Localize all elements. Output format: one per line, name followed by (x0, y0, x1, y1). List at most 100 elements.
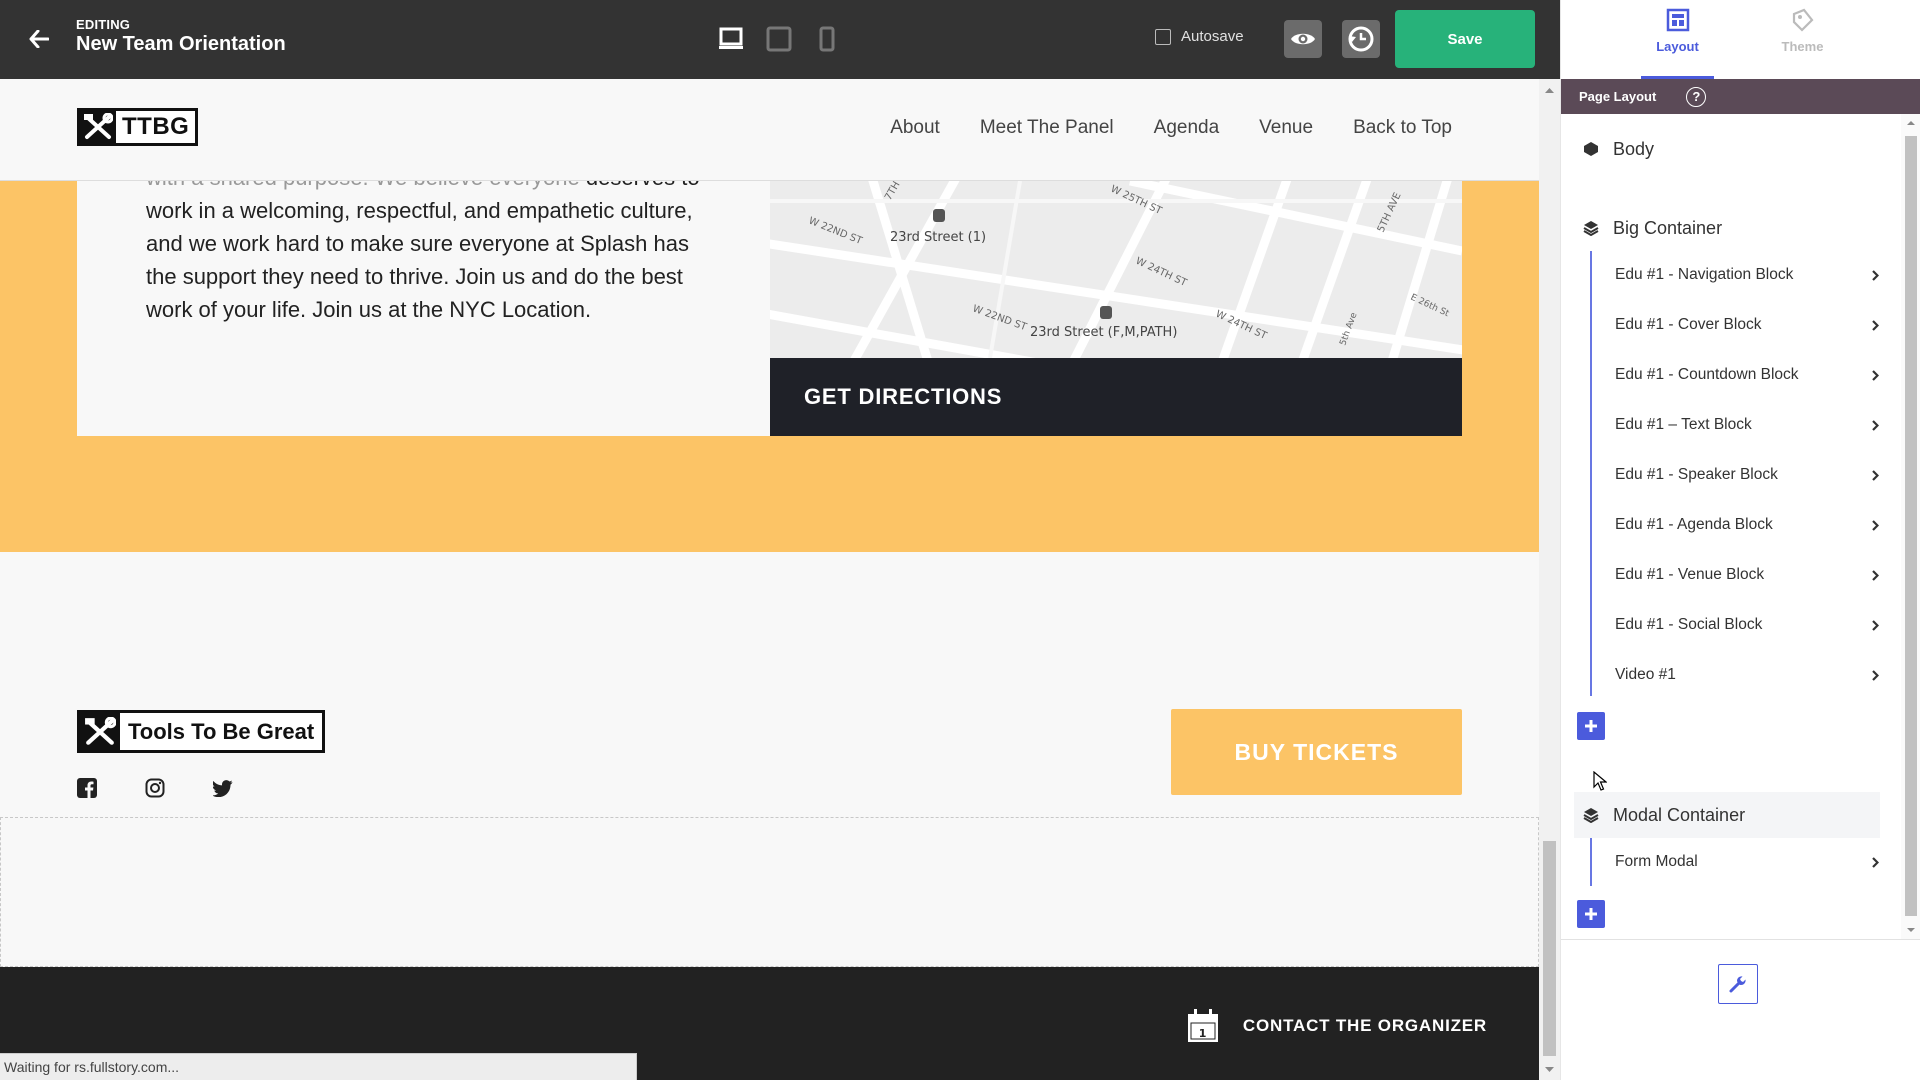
scroll-down-icon (1545, 1067, 1554, 1072)
tab-theme-label: Theme (1781, 39, 1824, 54)
tree-child-countdown-block[interactable]: Edu #1 - Countdown Block (1598, 355, 1880, 395)
panel-scrollbar[interactable] (1901, 114, 1920, 939)
site-nav: About Meet The Panel Agenda Venue Back t… (890, 117, 1452, 139)
page-title: New Team Orientation (76, 33, 286, 55)
get-directions-button[interactable]: GET DIRECTIONS (770, 358, 1462, 436)
footer-logo-text: Tools To Be Great (120, 713, 323, 750)
canvas-scroll-thumb[interactable] (1543, 841, 1556, 1056)
tree-child-agenda-block[interactable]: Edu #1 - Agenda Block (1598, 505, 1880, 545)
tree-child-label: Edu #1 – Text Block (1615, 416, 1752, 433)
chevron-right-icon (1870, 469, 1880, 481)
chevron-right-icon (1870, 319, 1880, 331)
footer-logo[interactable]: Tools To Be Great (77, 710, 326, 753)
tree-node-big-container[interactable]: Big Container (1574, 205, 1880, 251)
editing-label: EDITING (76, 17, 131, 32)
browser-status-bar: Waiting for rs.fullstory.com... (0, 1053, 637, 1080)
venue-description: with a shared purpose. We believe everyo… (146, 161, 706, 326)
tree-child-speaker-block[interactable]: Edu #1 - Speaker Block (1598, 455, 1880, 495)
add-block-button[interactable] (1577, 900, 1605, 928)
history-button[interactable] (1342, 20, 1380, 58)
tree-child-navigation-block[interactable]: Edu #1 - Navigation Block (1598, 255, 1880, 295)
tablet-view-button[interactable] (766, 24, 792, 54)
settings-button[interactable] (1718, 964, 1758, 1004)
tree-child-label: Edu #1 - Social Block (1615, 616, 1763, 633)
empty-drop-zone[interactable] (0, 817, 1539, 967)
nav-about[interactable]: About (890, 117, 940, 139)
page-layout-title: Page Layout (1579, 89, 1657, 104)
cube-icon (1584, 142, 1598, 156)
tools-logo-icon (80, 111, 116, 143)
map-station-label: 23rd Street (F,M,PATH) (1030, 325, 1177, 340)
help-icon[interactable]: ? (1686, 86, 1707, 107)
chevron-right-icon (1870, 269, 1880, 281)
mobile-view-button[interactable] (814, 24, 840, 54)
tree-branch-line (1590, 838, 1592, 886)
canvas-scrollbar[interactable] (1539, 79, 1560, 1080)
chevron-right-icon (1870, 369, 1880, 381)
wrench-icon (1729, 976, 1746, 993)
tree-child-label: Edu #1 - Navigation Block (1615, 266, 1794, 283)
layout-tree: Body Big Container Edu #1 - Navigation B… (1561, 114, 1901, 939)
tree-node-modal-container[interactable]: Modal Container (1574, 792, 1880, 838)
panel-tabs: Layout Theme (1561, 0, 1920, 79)
layout-icon (1666, 8, 1689, 32)
tree-node-body[interactable]: Body (1574, 126, 1880, 172)
plus-icon (1585, 720, 1597, 732)
tree-node-label: Body (1613, 138, 1655, 159)
editor-canvas: TTBG About Meet The Panel Agenda Venue B… (0, 79, 1539, 1080)
autosave-label: Autosave (1181, 28, 1244, 45)
tree-node-label: Modal Container (1613, 804, 1746, 825)
calendar-day: 1 (1199, 1027, 1207, 1040)
preview-button[interactable] (1284, 20, 1322, 58)
autosave-checkbox[interactable] (1155, 28, 1171, 45)
add-block-button[interactable] (1577, 712, 1605, 740)
chevron-right-icon (1870, 569, 1880, 581)
tree-node-label: Big Container (1613, 217, 1723, 238)
arrow-left-icon (29, 30, 49, 48)
tab-layout[interactable]: Layout (1641, 0, 1714, 79)
back-button[interactable] (24, 24, 54, 54)
tree-child-form-modal[interactable]: Form Modal (1598, 842, 1880, 882)
scroll-up-icon (1545, 88, 1554, 93)
tab-layout-label: Layout (1656, 39, 1699, 54)
contact-organizer-link[interactable]: 1 CONTACT THE ORGANIZER (1187, 1009, 1487, 1043)
chevron-right-icon (1870, 519, 1880, 531)
instagram-icon (145, 778, 165, 798)
tree-child-social-block[interactable]: Edu #1 - Social Block (1598, 605, 1880, 645)
facebook-link[interactable] (76, 777, 98, 799)
buy-tickets-button[interactable]: BUY TICKETS (1171, 709, 1462, 795)
chevron-right-icon (1870, 669, 1880, 681)
nav-meet-the-panel[interactable]: Meet The Panel (980, 117, 1114, 139)
twitter-link[interactable] (212, 777, 234, 799)
layers-icon (1583, 808, 1599, 823)
chevron-right-icon (1870, 419, 1880, 431)
nav-venue[interactable]: Venue (1259, 117, 1313, 139)
history-icon (1348, 26, 1374, 52)
tree-child-venue-block[interactable]: Edu #1 - Venue Block (1598, 555, 1880, 595)
desktop-view-button[interactable] (718, 24, 744, 54)
instagram-link[interactable] (144, 777, 166, 799)
social-footer-block: Tools To Be Great BUY TICKETS (0, 552, 1539, 822)
tools-logo-icon (80, 713, 120, 750)
desktop-icon (719, 27, 743, 49)
panel-scroll-thumb[interactable] (1905, 136, 1917, 916)
nav-agenda[interactable]: Agenda (1154, 117, 1220, 139)
tree-child-cover-block[interactable]: Edu #1 - Cover Block (1598, 305, 1880, 345)
nav-back-to-top[interactable]: Back to Top (1353, 117, 1452, 139)
calendar-icon: 1 (1187, 1009, 1218, 1042)
eye-icon (1291, 33, 1315, 45)
plus-icon (1585, 908, 1597, 920)
tab-theme[interactable]: Theme (1766, 0, 1839, 79)
tree-child-text-block[interactable]: Edu #1 – Text Block (1598, 405, 1880, 445)
chevron-right-icon (1870, 856, 1880, 868)
autosave-toggle[interactable]: Autosave (1155, 28, 1244, 45)
site-logo[interactable]: TTBG (77, 108, 199, 146)
tree-child-video[interactable]: Video #1 (1598, 655, 1880, 695)
save-button[interactable]: Save (1395, 10, 1535, 68)
tree-child-label: Video #1 (1615, 666, 1676, 683)
page-layout-header: Page Layout ? (1561, 79, 1920, 114)
tree-branch-line (1590, 251, 1592, 696)
contact-organizer-label: CONTACT THE ORGANIZER (1242, 1016, 1487, 1035)
venue-map[interactable]: W 22ND ST 7TH W 25TH ST W 24TH ST W 24TH… (770, 181, 1462, 358)
venue-card: with a shared purpose. We believe everyo… (77, 165, 1462, 436)
